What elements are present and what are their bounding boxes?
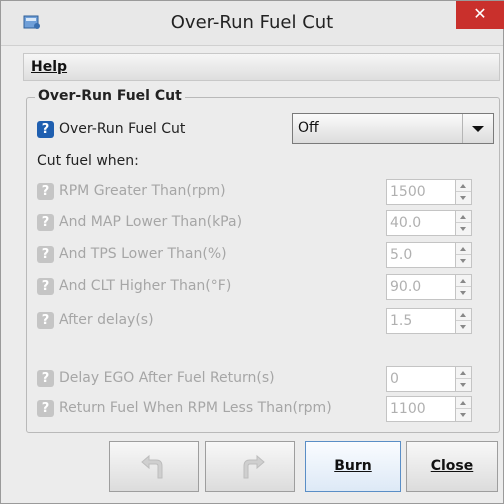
spinner-buttons [455, 367, 471, 391]
map-lower-spinner: 40.0 [386, 210, 472, 236]
help-icon: ? [37, 312, 54, 329]
spinner-value: 1.5 [390, 313, 413, 329]
spin-down-icon [456, 223, 471, 235]
spin-down-icon [456, 255, 471, 267]
help-icon: ? [37, 400, 54, 417]
after-delay-label: After delay(s) [59, 312, 154, 328]
help-icon: ? [37, 214, 54, 231]
spinner-value: 1500 [390, 184, 426, 200]
spin-down-icon [456, 321, 471, 333]
spin-down-icon [456, 379, 471, 391]
window-close-button[interactable]: ✕ [456, 1, 504, 29]
spin-up-icon [456, 397, 471, 409]
spinner-buttons [455, 397, 471, 421]
help-icon: ? [37, 278, 54, 295]
undo-button[interactable] [109, 441, 199, 492]
undo-icon [141, 454, 163, 479]
cut-fuel-when-label: Cut fuel when: [37, 153, 139, 169]
menu-bar: Help [23, 53, 500, 81]
help-icon: ? [37, 370, 54, 387]
select-value: Off [298, 120, 319, 136]
rpm-greater-spinner: 1500 [386, 179, 472, 205]
rpm-greater-label: RPM Greater Than(rpm) [59, 183, 226, 199]
redo-button[interactable] [205, 441, 295, 492]
spinner-value: 1100 [390, 401, 426, 417]
spinner-buttons [455, 243, 471, 267]
burn-button[interactable]: Burn [305, 441, 401, 492]
spinner-buttons [455, 275, 471, 299]
close-label: Close [430, 458, 474, 474]
spinner-value: 5.0 [390, 247, 413, 263]
clt-higher-spinner: 90.0 [386, 274, 472, 300]
menu-help[interactable]: Help [31, 59, 67, 75]
burn-label: Burn [334, 458, 372, 474]
help-icon: ? [37, 246, 54, 263]
spinner-value: 90.0 [390, 279, 422, 295]
tps-lower-spinner: 5.0 [386, 242, 472, 268]
help-glyph: ? [41, 122, 50, 137]
delay-ego-spinner: 0 [386, 366, 472, 392]
over-run-fuel-cut-select[interactable]: Off [292, 113, 494, 144]
spinner-buttons [455, 211, 471, 235]
after-delay-spinner: 1.5 [386, 308, 472, 334]
group-title: Over-Run Fuel Cut [35, 88, 185, 104]
tps-lower-label: And TPS Lower Than(%) [59, 246, 227, 262]
return-fuel-spinner: 1100 [386, 396, 472, 422]
return-fuel-label: Return Fuel When RPM Less Than(rpm) [59, 400, 332, 416]
map-lower-label: And MAP Lower Than(kPa) [59, 214, 243, 230]
spinner-value: 40.0 [390, 215, 422, 231]
help-icon: ? [37, 183, 54, 200]
title-bar[interactable]: Over-Run Fuel Cut ✕ [1, 1, 504, 46]
spinner-buttons [455, 180, 471, 204]
spin-up-icon [456, 211, 471, 223]
spin-up-icon [456, 309, 471, 321]
spin-down-icon [456, 287, 471, 299]
spinner-buttons [455, 309, 471, 333]
spin-up-icon [456, 275, 471, 287]
help-icon[interactable]: ? [37, 121, 54, 138]
spin-up-icon [456, 180, 471, 192]
spin-up-icon [456, 367, 471, 379]
spin-down-icon [456, 192, 471, 204]
spin-up-icon [456, 243, 471, 255]
spin-down-icon [456, 409, 471, 421]
dialog-window: Over-Run Fuel Cut ✕ Help Over-Run Fuel C… [0, 0, 504, 504]
spinner-value: 0 [390, 371, 399, 387]
over-run-fuel-cut-label: Over-Run Fuel Cut [59, 121, 186, 137]
close-button[interactable]: Close [406, 441, 498, 492]
delay-ego-label: Delay EGO After Fuel Return(s) [59, 370, 275, 386]
chevron-down-icon[interactable] [462, 114, 493, 143]
window-title: Over-Run Fuel Cut [170, 12, 334, 33]
redo-icon [243, 454, 265, 479]
clt-higher-label: And CLT Higher Than(°F) [59, 278, 232, 294]
